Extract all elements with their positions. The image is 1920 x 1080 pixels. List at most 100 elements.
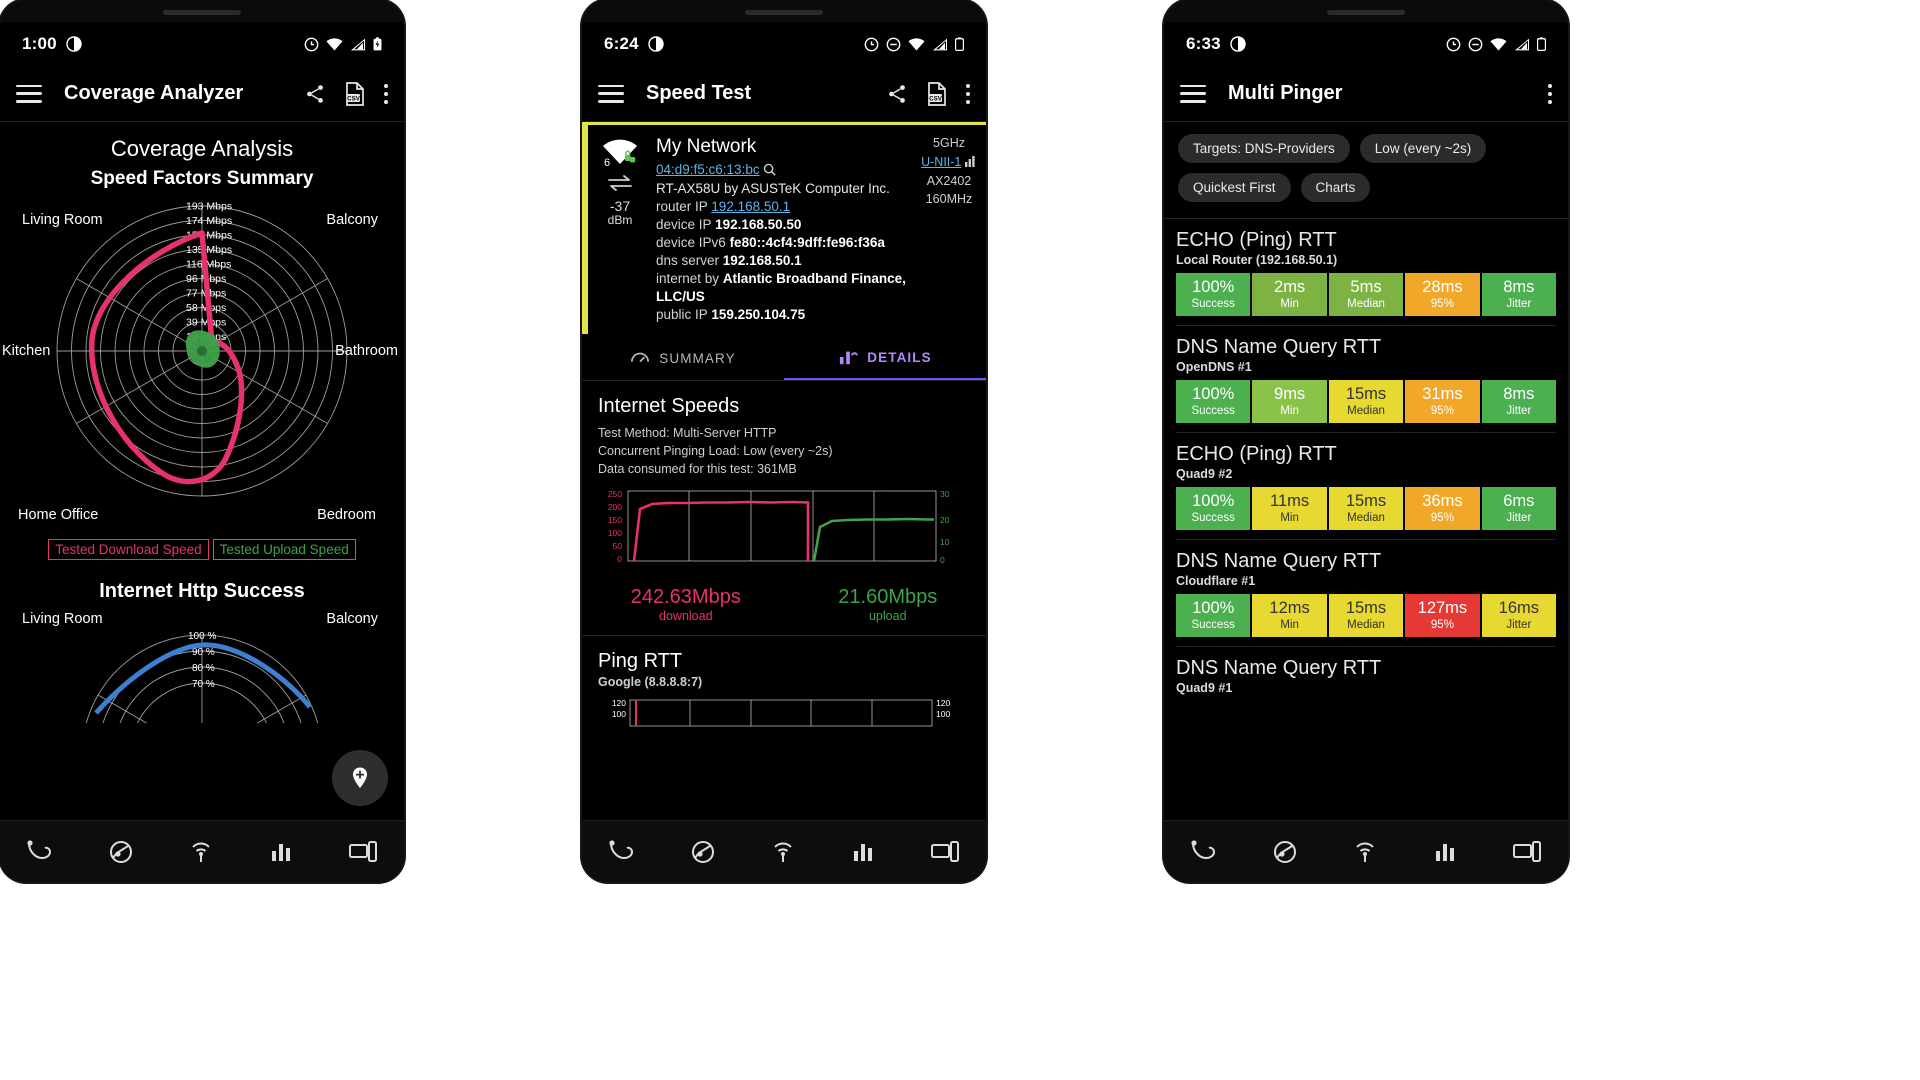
coverage-analysis-heading: Coverage Analysis [110, 136, 294, 161]
phone-coverage-analyzer: 1:00 Coverage Analyzer CSV Coverage Anal… [0, 0, 404, 882]
router-ip-value[interactable]: 192.168.50.1 [711, 199, 790, 214]
result-row[interactable]: DNS Name Query RTT Cloudflare #1 100% Suc… [1164, 540, 1568, 647]
result-cells: 100% Success 2ms Min 5ms Median 28ms 95% 8ms… [1176, 273, 1557, 316]
cell-value: 8ms [1503, 278, 1535, 296]
test-method-label: Test Method: Multi-Server HTTP [598, 426, 777, 441]
cell-median: 5ms Median [1328, 273, 1404, 316]
phone3-status-bar: 6:33 [1164, 22, 1568, 66]
ssid-label: My Network [656, 136, 757, 157]
result-row[interactable]: ECHO (Ping) RTT Quad9 #2 100% Success 11m… [1164, 433, 1568, 540]
ping-icon[interactable] [1190, 839, 1218, 865]
add-location-button[interactable] [332, 750, 388, 806]
cell-label: Min [1280, 619, 1299, 631]
cell-value: 16ms [1498, 599, 1539, 617]
cell-value: 2ms [1274, 278, 1306, 296]
coverage-icon[interactable] [689, 839, 717, 865]
tab-details[interactable]: DETAILS [784, 334, 986, 381]
svg-text:193 Mbps: 193 Mbps [186, 201, 232, 213]
chip-quickest-first[interactable]: Quickest First [1178, 173, 1291, 202]
phone3-content: Targets: DNS-Providers Low (every ~2s) Q… [1164, 122, 1568, 820]
cell-p95: 28ms 95% [1405, 273, 1480, 316]
result-row[interactable]: ECHO (Ping) RTT Local Router (192.168.50… [1164, 219, 1568, 326]
cell-label: Median [1347, 405, 1385, 417]
cell-label: 95% [1430, 298, 1454, 310]
search-icon[interactable] [763, 163, 776, 177]
chart-icon[interactable] [1431, 839, 1459, 865]
download-result: 242.63Mbps download [631, 586, 741, 623]
device-ip-key: device IP [656, 216, 712, 232]
result-subtitle: OpenDNS #1 [1176, 360, 1252, 374]
svg-text:100 %: 100 % [188, 631, 216, 642]
chip-charts[interactable]: Charts [1300, 173, 1371, 202]
rssi-value-block: -37 dBm [608, 198, 633, 228]
chip-load[interactable]: Low (every ~2s) [1359, 134, 1487, 163]
result-title: DNS Name Query RTT [1176, 550, 1382, 572]
speed-icon[interactable] [187, 839, 215, 865]
phone3-screen: 6:33 Multi Pinger Targets: DNS-Providers… [1164, 22, 1568, 882]
width-label: 160MHz [925, 192, 973, 207]
page-title: Coverage Analyzer [64, 82, 244, 104]
cell-min: 12ms Min [1252, 594, 1327, 637]
csv-export-icon[interactable]: CSV [926, 81, 948, 106]
cell-label: Min [1280, 405, 1299, 417]
speed-icon[interactable] [1351, 839, 1379, 865]
phone1-status-bar: 1:00 [0, 22, 404, 66]
legend-upload[interactable]: Tested Upload Speed [212, 539, 356, 560]
result-cells: 100% Success 11ms Min 15ms Median 36ms 95% 6… [1176, 487, 1557, 530]
devices-icon[interactable] [1512, 839, 1542, 865]
public-ip-row: public IP 159.250.104.75 [656, 306, 906, 324]
bssid-link[interactable]: 04:d9:f5:c6:13:bc [656, 162, 760, 177]
result-title: DNS Name Query RTT [1176, 657, 1382, 679]
share-icon[interactable] [304, 83, 326, 105]
channel-link[interactable]: U-NII-1 [921, 155, 961, 169]
hamburger-icon[interactable] [16, 84, 42, 103]
cell-value: 100% [1192, 492, 1235, 510]
screenshot-stage: 1:00 Coverage Analyzer CSV Coverage Anal… [0, 0, 1920, 1080]
hamburger-icon[interactable] [598, 84, 624, 103]
legend-download[interactable]: Tested Download Speed [48, 539, 209, 560]
coverage-icon[interactable] [107, 839, 135, 865]
radar2-axis-balcony: Balcony [326, 611, 378, 627]
cell-value: 36ms [1422, 492, 1463, 510]
svg-text:50: 50 [613, 541, 623, 551]
channel-row[interactable]: U-NII-1 [912, 153, 986, 172]
public-ip-value: 159.250.104.75 [711, 307, 806, 323]
ping-icon[interactable] [608, 839, 636, 865]
overflow-menu-icon[interactable] [1548, 83, 1552, 104]
chart-icon[interactable] [267, 839, 295, 865]
battery-icon [955, 37, 964, 51]
ping-icon[interactable] [26, 839, 54, 865]
share-icon[interactable] [886, 83, 908, 105]
coverage-icon[interactable] [1271, 839, 1299, 865]
devices-icon[interactable] [930, 839, 960, 865]
chart-icon[interactable] [849, 839, 877, 865]
result-row[interactable]: DNS Name Query RTT OpenDNS #1 100% Succes… [1164, 326, 1568, 433]
chip-targets[interactable]: Targets: DNS-Providers [1178, 134, 1350, 163]
network-info-card[interactable]: 6 -37 dBm My Network 04:d9:f5:c6:13:bc R… [582, 122, 986, 335]
cell-label: Success [1191, 619, 1235, 631]
earpiece-speaker [745, 10, 823, 15]
download-value: 242.63Mbps [630, 585, 741, 608]
svg-text:120: 120 [936, 698, 950, 708]
router-ip-key: router IP [656, 198, 708, 214]
tab-details-label: DETAILS [867, 349, 932, 365]
wifi-6-icon: 6 [603, 139, 637, 168]
phone1-bottom-nav [0, 820, 404, 882]
overflow-menu-icon[interactable] [384, 83, 388, 104]
devices-icon[interactable] [348, 839, 378, 865]
cell-median: 15ms Median [1328, 380, 1404, 423]
bssid-row[interactable]: 04:d9:f5:c6:13:bc [656, 161, 906, 179]
svg-text:100: 100 [612, 709, 626, 719]
overflow-menu-icon[interactable] [966, 83, 970, 104]
svg-text:100: 100 [936, 709, 950, 719]
internet-http-success-heading: Internet Http Success [99, 580, 305, 602]
speed-icon[interactable] [769, 839, 797, 865]
result-row[interactable]: DNS Name Query RTT Quad9 #1 [1164, 647, 1568, 695]
cell-value: 31ms [1422, 385, 1463, 403]
cell-label: Median [1347, 619, 1385, 631]
svg-text:CSV: CSV [347, 95, 361, 102]
phone3-bezel [1164, 0, 1568, 22]
csv-export-icon[interactable]: CSV [344, 81, 366, 106]
tab-summary[interactable]: SUMMARY [582, 334, 784, 380]
hamburger-icon[interactable] [1180, 84, 1206, 103]
